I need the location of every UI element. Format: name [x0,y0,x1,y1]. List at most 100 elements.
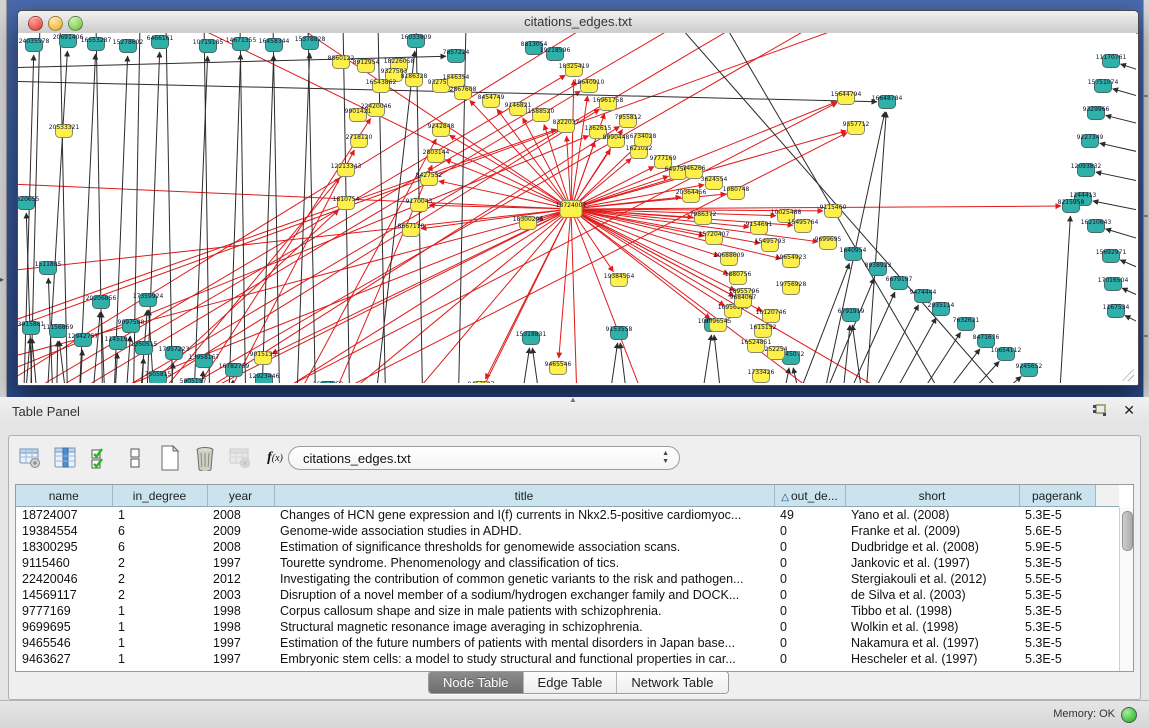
graph-edge[interactable] [18,136,589,383]
graph-edge[interactable] [943,361,999,383]
graph-node-label: 1511885 [35,261,62,268]
table-row[interactable]: 1938455462009Genome-wide association stu… [16,523,1119,539]
column-header-title[interactable]: title [274,485,774,507]
column-header-name[interactable]: name [16,485,112,507]
graph-edge[interactable] [902,332,961,383]
table-row[interactable]: 1830029562008Estimation of significance … [16,539,1119,555]
splitter-dash-icon [1144,95,1148,97]
graph-edge[interactable] [840,325,850,383]
graph-edge[interactable] [228,380,233,383]
graph-edge[interactable] [864,112,886,383]
table-row[interactable]: 1456911722003Disruption of a novel membe… [16,587,1119,603]
graph-node-label: 16524851 [741,339,772,346]
tab-node-table[interactable]: Node Table [429,672,524,693]
left-splitter[interactable]: ▸ [0,0,7,397]
graph-edge[interactable] [48,33,758,383]
graph-edge[interactable] [518,348,529,383]
graph-node-label: 9699695 [815,236,842,243]
graph-edge[interactable] [698,335,711,383]
graph-edge[interactable] [18,75,565,383]
new-document-icon[interactable] [157,445,183,471]
table-cell: 2 [112,555,207,571]
graph-edge[interactable] [439,181,571,209]
graph-node-label: 8912954 [353,59,380,66]
graph-edge[interactable] [1125,315,1136,326]
table-scrollbar-thumb[interactable] [1122,511,1133,551]
column-header-pagerank[interactable]: pagerank [1019,485,1095,507]
graph-node-label: 7505815 [145,371,172,378]
window-titlebar[interactable]: citations_edges.txt [18,11,1138,34]
graph-edge[interactable] [1121,64,1136,73]
table-cell: 2008 [207,539,274,555]
graph-edge[interactable] [458,209,571,383]
table-cell [1095,587,1119,603]
graph-edge[interactable] [778,368,789,383]
graph-edge[interactable] [571,206,1061,209]
graph-edge[interactable] [1113,89,1136,99]
table-settings-icon[interactable] [17,445,43,471]
network-canvas[interactable]: 2403557820691406165532871527860264661611… [18,33,1136,383]
delete-table-icon[interactable] [227,445,253,471]
graph-edge[interactable] [532,348,543,383]
graph-edge[interactable] [18,56,446,68]
graph-edge[interactable] [836,292,895,383]
graph-edge[interactable] [1106,229,1136,241]
graph-edge[interactable] [90,312,100,383]
right-splitter[interactable] [1143,0,1149,397]
graph-edge[interactable] [1096,172,1136,183]
graph-edge[interactable] [450,135,571,209]
table-row[interactable]: 977716911998Corpus callosum shape and si… [16,603,1119,619]
graph-edge[interactable] [1100,143,1136,154]
table-row[interactable]: 911546021997Tourette syndrome. Phenomeno… [16,555,1119,571]
graph-edge[interactable] [966,376,1021,383]
tab-edge-table[interactable]: Edge Table [524,672,618,693]
graph-edge[interactable] [18,183,571,209]
graph-edge[interactable] [208,150,354,383]
graph-edge[interactable] [261,55,274,383]
graph-edge[interactable] [571,209,578,383]
graph-edge[interactable] [146,52,160,383]
graph-edge[interactable] [1122,288,1136,299]
graph-edge[interactable] [18,209,571,273]
table-scrollbar[interactable] [1119,507,1133,671]
table-cell: de Silva et al. (2003) [845,587,1019,603]
table-row[interactable]: 1872400712008Changes of HCN gene express… [16,507,1119,524]
graph-edge[interactable] [273,33,280,383]
graph-edge[interactable] [858,305,918,383]
graph-node-label: 9901421 [345,108,372,115]
table-row[interactable]: 946362711997Embryonic stem cells: a mode… [16,651,1119,667]
table-row[interactable]: 969969511998Structural magnetic resonanc… [16,619,1119,635]
citation-graph[interactable]: 2403557820691406165532871527860264661611… [18,33,1136,383]
graph-edge[interactable] [1058,216,1070,383]
table-cell: 5.5E-5 [1019,571,1095,587]
graph-edge[interactable] [1093,201,1136,212]
graph-edge[interactable] [606,343,618,383]
table-cell: Tourette syndrome. Phenomenology and cla… [274,555,774,571]
network-file-select[interactable]: citations_edges.txt ▲▼ [288,446,680,470]
graph-edge[interactable] [714,335,724,383]
graph-edge[interactable] [296,53,310,383]
tab-network-table[interactable]: Network Table [617,672,727,693]
delete-trash-icon[interactable] [192,445,218,471]
row-height-icon[interactable] [122,445,148,471]
column-select-icon[interactable] [52,445,78,471]
graph-edge[interactable] [1106,115,1136,126]
close-panel-icon[interactable]: ✕ [1123,402,1135,419]
column-header-short[interactable]: short [845,485,1019,507]
graph-edge[interactable] [113,56,128,383]
graph-edge[interactable] [559,209,571,358]
column-header-year[interactable]: year [207,485,274,507]
panel-splitter-arrow-icon[interactable]: ▲ [569,396,577,404]
splitter-collapse-arrow-icon[interactable]: ▸ [0,276,4,284]
function-builder-icon[interactable]: f(x) [262,445,288,471]
table-row[interactable]: 2242004622012Investigating the contribut… [16,571,1119,587]
float-panel-icon[interactable] [1092,404,1107,418]
column-header-out_de[interactable]: △out_de... [774,485,845,507]
table-cell [1095,651,1119,667]
graph-edge[interactable] [813,278,874,383]
column-header-in_degree[interactable]: in_degree [112,485,207,507]
table-row[interactable]: 946554611997Estimation of the future num… [16,635,1119,651]
graph-edge[interactable] [1120,260,1136,271]
checkbox-list-icon[interactable] [87,445,113,471]
table-cell: 0 [774,539,845,555]
